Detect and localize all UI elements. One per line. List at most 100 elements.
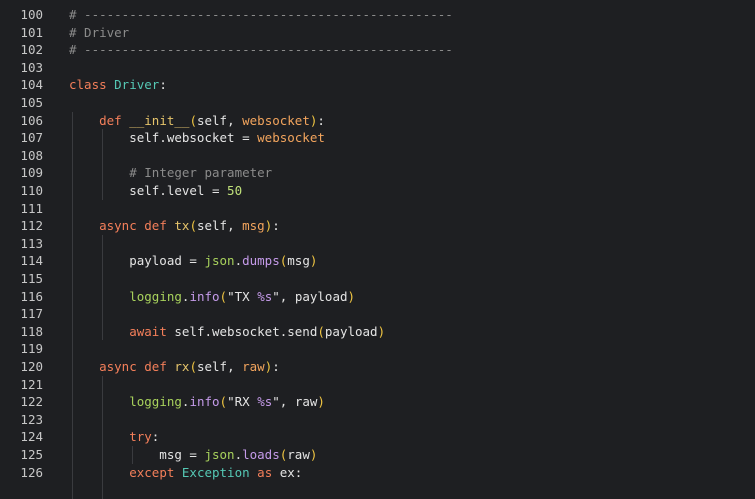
code-token-keyword: def — [99, 112, 130, 128]
code-text: # Driver — [69, 24, 129, 42]
line-number: 125 — [20, 447, 43, 462]
code-editor[interactable]: 100 # -----------------------------------… — [0, 0, 755, 499]
code-token-keyword: async def — [99, 359, 175, 374]
code-text: async def tx(self, msg): — [69, 217, 280, 235]
code-text: # --------------------------------------… — [69, 6, 453, 24]
code-token-comment: # --------------------------------------… — [69, 42, 453, 58]
code-line[interactable]: 126 except Exception as ex: — [0, 464, 755, 482]
line-number: 120 — [20, 359, 43, 374]
code-token-plain: self, — [196, 112, 243, 128]
code-line[interactable]: 121 — [0, 376, 755, 394]
code-token-module: logging — [129, 394, 182, 410]
code-token-method: loads — [242, 447, 280, 462]
code-token-module: logging — [129, 288, 182, 304]
code-token-class: Exception — [181, 464, 250, 480]
code-token-paren: ( — [219, 288, 228, 304]
code-text: async def rx(self, raw): — [69, 358, 280, 376]
code-token-comment: # Integer parameter — [129, 165, 273, 181]
line-number: 104 — [20, 77, 43, 93]
code-text: msg = json.loads(raw) — [69, 446, 317, 464]
code-token-paren: ) — [309, 253, 318, 269]
code-token-paren: ) — [309, 447, 318, 462]
line-number: 116 — [20, 288, 43, 304]
code-token-plain: , raw — [279, 394, 318, 410]
code-token-paren: ( — [189, 359, 197, 374]
code-line[interactable]: 108 — [0, 147, 755, 165]
code-token-paren: ( — [189, 112, 197, 128]
line-number: 109 — [20, 165, 43, 181]
code-token-string: "TX — [227, 288, 258, 304]
code-token-plain: msg — [287, 253, 310, 269]
line-number: 112 — [20, 218, 43, 234]
code-token-paren: ( — [219, 394, 228, 410]
code-line[interactable]: 120 async def rx(self, raw): — [0, 358, 755, 376]
code-token-keyword: await — [129, 323, 175, 339]
code-line[interactable]: 101 # Driver — [0, 24, 755, 42]
code-token-plain: : — [272, 359, 280, 374]
line-number: 122 — [20, 394, 43, 410]
code-token-module: json — [204, 447, 235, 462]
code-text: self.websocket = websocket — [69, 129, 325, 147]
code-line[interactable]: 124 try: — [0, 428, 755, 446]
code-line[interactable]: 118 await self.websocket.send(payload) — [0, 323, 755, 341]
code-line[interactable]: 103 — [0, 59, 755, 77]
line-number: 102 — [20, 42, 43, 58]
code-token-plain: payload = — [69, 253, 205, 269]
code-line[interactable]: 100 # -----------------------------------… — [0, 6, 755, 24]
code-text: payload = json.dumps(msg) — [69, 252, 317, 270]
code-line[interactable]: 125 msg = json.loads(raw) — [0, 446, 755, 464]
line-number: 114 — [20, 253, 43, 269]
code-line[interactable]: 113 — [0, 235, 755, 253]
code-token-func: tx — [174, 218, 190, 234]
code-token-class: Driver — [114, 77, 160, 93]
code-line[interactable]: 105 — [0, 94, 755, 112]
code-token-method: dumps — [242, 253, 280, 269]
code-token-keyword: try — [129, 429, 152, 445]
line-number: 110 — [20, 183, 43, 198]
indent-guide — [102, 375, 104, 499]
code-line[interactable]: 110 self.level = 50 — [0, 182, 755, 200]
code-text: logging.info("TX %s", payload) — [69, 288, 355, 306]
line-number: 108 — [20, 147, 43, 163]
code-line[interactable]: 115 — [0, 270, 755, 288]
line-number: 113 — [20, 235, 43, 251]
code-token-keyword: class — [69, 77, 115, 93]
code-line[interactable]: 111 — [0, 200, 755, 218]
code-line[interactable]: 102 # -----------------------------------… — [0, 41, 755, 59]
code-line[interactable]: 119 — [0, 340, 755, 358]
line-number: 103 — [20, 59, 43, 75]
code-token-plain: self.level = — [69, 183, 228, 198]
code-line[interactable]: 107 self.websocket = websocket — [0, 129, 755, 147]
code-token-plain: payload — [324, 323, 378, 339]
code-line[interactable]: 123 — [0, 411, 755, 429]
line-number: 115 — [20, 271, 43, 286]
code-token-paren: ) — [377, 323, 386, 339]
code-line[interactable]: 109 # Integer parameter — [0, 164, 755, 182]
code-line[interactable]: 106 def __init__(self, websocket): — [0, 112, 755, 130]
code-line[interactable]: 116 logging.info("TX %s", payload) — [0, 288, 755, 306]
code-text: # --------------------------------------… — [69, 41, 453, 59]
code-line[interactable]: 114 payload = json.dumps(msg) — [0, 252, 755, 270]
line-number: 100 — [20, 7, 43, 22]
indent-guide — [132, 446, 134, 464]
code-token-plain: : — [151, 429, 160, 445]
indent-guide — [102, 129, 104, 200]
code-token-fmt: %s — [257, 288, 273, 304]
code-token-param: websocket — [257, 130, 325, 146]
line-number: 106 — [20, 112, 43, 128]
code-line[interactable]: 117 — [0, 305, 755, 323]
code-token-keyword: except — [129, 464, 182, 480]
code-line[interactable]: 104 class Driver: — [0, 76, 755, 94]
line-number: 124 — [20, 429, 43, 445]
code-line[interactable]: 122 logging.info("RX %s", raw) — [0, 393, 755, 411]
code-token-keyword: async def — [99, 218, 175, 234]
code-line[interactable]: 112 async def tx(self, msg): — [0, 217, 755, 235]
code-text: class Driver: — [69, 76, 167, 94]
code-token-string: " — [272, 288, 280, 304]
